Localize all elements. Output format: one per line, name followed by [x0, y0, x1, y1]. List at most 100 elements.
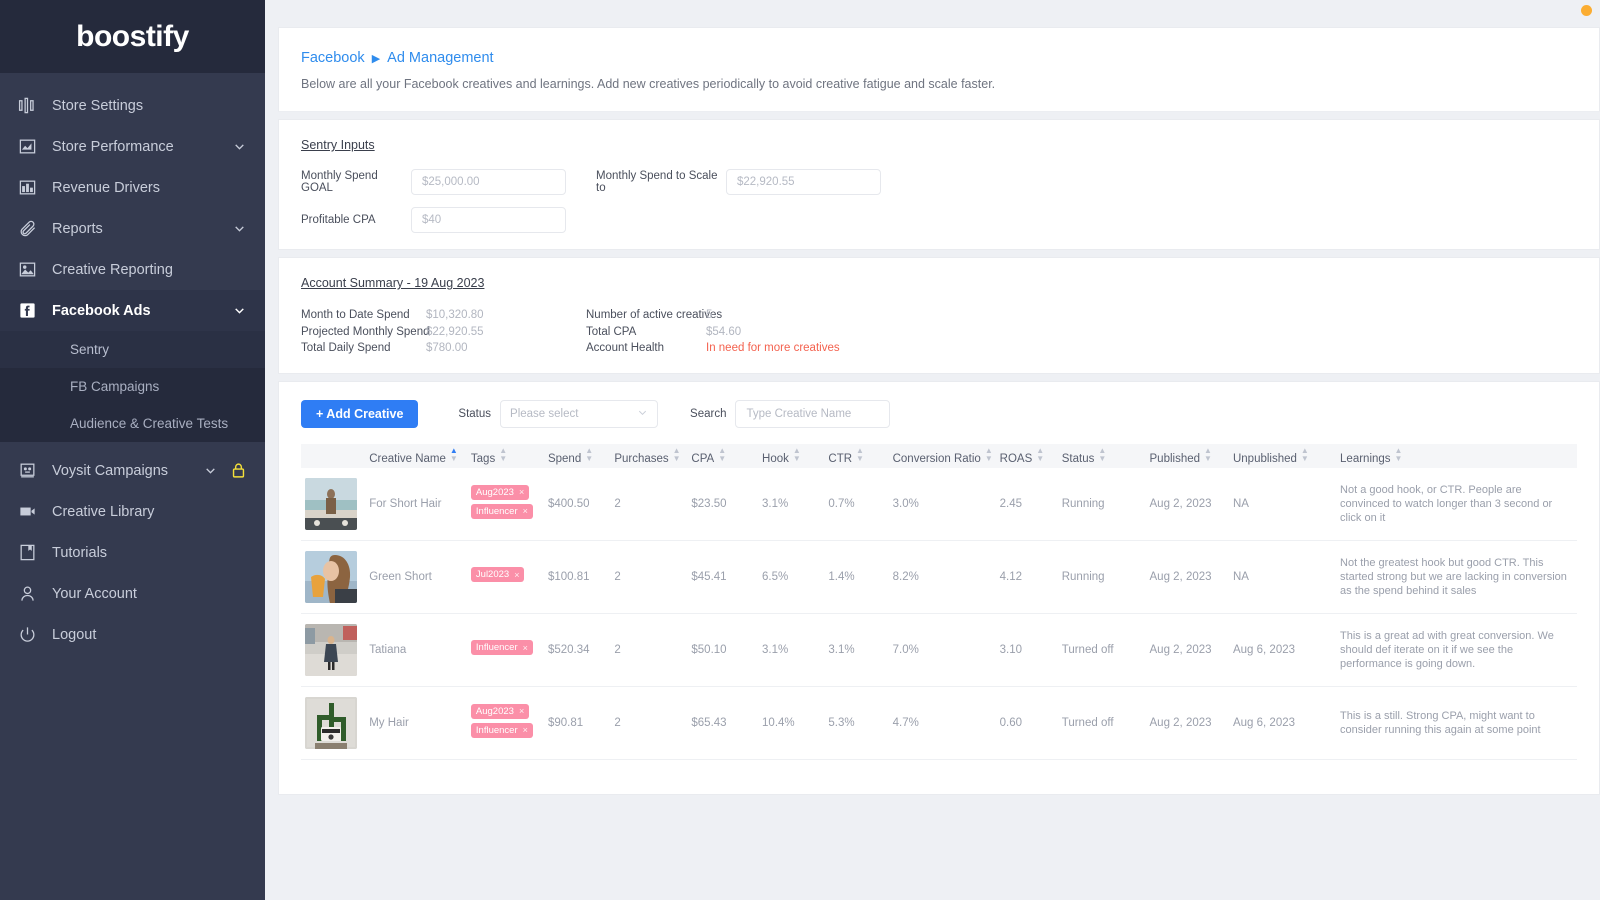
- sidebar-item-label: Tutorials: [52, 544, 108, 561]
- breadcrumb-facebook[interactable]: Facebook: [301, 50, 365, 66]
- cell-tags: Jul2023 ×: [466, 540, 544, 614]
- tag-label: Influencer: [475, 724, 518, 736]
- cell-creative-name: My Hair: [365, 686, 467, 760]
- cell-purchases: 2: [610, 613, 688, 687]
- breadcrumb-ad-management[interactable]: Ad Management: [387, 50, 493, 66]
- table-row[interactable]: For Short Hair Aug2023 × Influencer × $400…: [301, 467, 1577, 541]
- th-spend[interactable]: Spend▲ ▼: [543, 443, 611, 468]
- tag-chip[interactable]: Aug2023 ×: [470, 484, 530, 500]
- logo[interactable]: boostify: [0, 0, 265, 73]
- tag-chip[interactable]: Influencer ×: [470, 640, 533, 655]
- sort-icon[interactable]: ▲ ▼: [1204, 446, 1212, 463]
- th-unpublished[interactable]: Unpublished ▲ ▼: [1228, 443, 1337, 468]
- tag-chip[interactable]: Influencer ×: [470, 503, 533, 519]
- tag-label: Influencer: [475, 505, 518, 517]
- th-creative-name[interactable]: Creative Name ▲ ▼: [365, 443, 467, 468]
- profitable-cpa-input[interactable]: [411, 207, 566, 233]
- table-row[interactable]: My Hair Aug2023 × Influencer × $90.81 2 $6…: [301, 686, 1577, 760]
- cell-ctr: 0.7%: [824, 467, 889, 541]
- sentry-inputs-row-1: Monthly Spend GOAL Monthly Spend to Scal…: [301, 169, 1577, 195]
- sort-icon[interactable]: ▲ ▼: [1098, 446, 1106, 463]
- sidebar-subitem-audience-creative-tests[interactable]: Audience & Creative Tests: [0, 405, 265, 442]
- chevron-down-icon[interactable]: [231, 221, 247, 237]
- sidebar-item-label: Creative Reporting: [52, 261, 173, 278]
- table-row[interactable]: Green Short Jul2023 × $100.81 2 $45.41 6.…: [301, 540, 1577, 614]
- sidebar-item-creative-reporting[interactable]: Creative Reporting: [0, 249, 265, 290]
- table-toolbar: + Add Creative Status Please select Sear…: [301, 399, 1577, 428]
- chevron-down-icon[interactable]: [231, 139, 247, 155]
- remove-tag-icon[interactable]: ×: [523, 725, 528, 735]
- creative-thumbnail[interactable]: [305, 550, 357, 603]
- sidebar-subitem-sentry[interactable]: Sentry: [0, 331, 265, 368]
- status-filter-select[interactable]: Please select: [500, 399, 659, 428]
- sidebar-item-facebook-ads[interactable]: Facebook Ads: [0, 290, 265, 331]
- th-status[interactable]: Status▲ ▼: [1057, 443, 1146, 468]
- th-purchases[interactable]: Purchases ▲ ▼: [610, 443, 688, 468]
- sort-icon[interactable]: ▲ ▼: [499, 446, 507, 463]
- th-tags[interactable]: Tags▲ ▼: [466, 443, 544, 468]
- remove-tag-icon[interactable]: ×: [523, 643, 528, 653]
- sort-icon[interactable]: ▲ ▼: [1395, 446, 1403, 463]
- th-label: CTR: [828, 452, 853, 465]
- monthly-spend-goal-input[interactable]: [411, 169, 566, 195]
- creative-thumbnail[interactable]: [305, 477, 357, 530]
- sort-icon[interactable]: ▲ ▼: [793, 446, 801, 463]
- th-conversion-ratio[interactable]: Conversion Ratio ▲ ▼: [888, 443, 996, 468]
- tag-chip[interactable]: Jul2023 ×: [470, 567, 525, 582]
- sidebar-item-your-account[interactable]: Your Account: [0, 573, 265, 614]
- th-learnings[interactable]: Learnings ▲ ▼: [1336, 443, 1577, 468]
- cell-roas: 0.60: [995, 686, 1058, 760]
- sort-icon[interactable]: ▲ ▼: [673, 446, 681, 463]
- chevron-down-icon[interactable]: [202, 463, 218, 479]
- table-row[interactable]: Tatiana Influencer × $520.34 2 $50.10 3.1…: [301, 613, 1577, 687]
- sort-icon[interactable]: ▲ ▼: [450, 446, 458, 463]
- remove-tag-icon[interactable]: ×: [519, 487, 524, 497]
- notification-dot-icon[interactable]: [1581, 5, 1592, 16]
- sidebar-item-reports[interactable]: Reports: [0, 208, 265, 249]
- th-roas[interactable]: ROAS▲ ▼: [995, 443, 1058, 468]
- sort-icon[interactable]: ▲ ▼: [985, 446, 993, 463]
- sidebar-item-tutorials[interactable]: Tutorials: [0, 532, 265, 573]
- cell-unpublished: Aug 6, 2023: [1228, 613, 1337, 687]
- monthly-spend-scale-input[interactable]: [726, 169, 881, 195]
- cell-cpa: $23.50: [687, 467, 759, 541]
- chevron-down-icon[interactable]: [231, 303, 247, 319]
- th-cpa[interactable]: CPA▲ ▼: [687, 443, 759, 468]
- sort-icon[interactable]: ▲ ▼: [1301, 446, 1309, 463]
- tag-chip[interactable]: Aug2023 ×: [470, 703, 530, 719]
- remove-tag-icon[interactable]: ×: [514, 570, 519, 580]
- account-health-value: In need for more creatives: [706, 342, 840, 354]
- th-ctr[interactable]: CTR▲ ▼: [824, 443, 889, 468]
- sidebar-subitem-label: FB Campaigns: [70, 379, 160, 394]
- sidebar-item-store-performance[interactable]: Store Performance: [0, 126, 265, 167]
- search-input[interactable]: [735, 399, 891, 428]
- tag-label: Influencer: [475, 642, 518, 653]
- sidebar-item-revenue-drivers[interactable]: Revenue Drivers: [0, 167, 265, 208]
- creative-thumbnail[interactable]: [305, 696, 357, 749]
- table-header: Creative Name▲ ▼ Tags▲ ▼ Spend▲ ▼ Purchases…: [301, 443, 1577, 468]
- creative-thumbnail[interactable]: [305, 623, 357, 676]
- sort-icon[interactable]: ▲ ▼: [718, 446, 726, 463]
- add-creative-button[interactable]: + Add Creative: [301, 399, 419, 428]
- paperclip-icon: [18, 219, 48, 238]
- sort-icon[interactable]: ▲ ▼: [856, 446, 864, 463]
- sidebar-item-voysit-campaigns[interactable]: Voysit Campaigns: [0, 450, 265, 491]
- th-label: Published: [1149, 452, 1201, 465]
- remove-tag-icon[interactable]: ×: [519, 706, 524, 716]
- sidebar-item-creative-library[interactable]: Creative Library: [0, 491, 265, 532]
- remove-tag-icon[interactable]: ×: [523, 506, 528, 516]
- page-header-card: Facebook ▶ Ad Management Below are all y…: [278, 27, 1600, 112]
- sidebar-subitem-fb-campaigns[interactable]: FB Campaigns: [0, 368, 265, 405]
- sidebar-subitem-label: Audience & Creative Tests: [70, 416, 229, 431]
- sidebar-item-store-settings[interactable]: Store Settings: [0, 85, 265, 126]
- sort-icon[interactable]: ▲ ▼: [585, 446, 593, 463]
- th-hook[interactable]: Hook ▲ ▼: [758, 443, 825, 468]
- sidebar: boostify Store Settings Store Performanc…: [0, 0, 265, 900]
- lock-icon[interactable]: [230, 462, 247, 479]
- sidebar-item-logout[interactable]: Logout: [0, 614, 265, 655]
- image-icon: [18, 260, 48, 279]
- tag-chip[interactable]: Influencer ×: [470, 722, 533, 738]
- th-published[interactable]: Published▲ ▼: [1145, 443, 1229, 468]
- sort-icon[interactable]: ▲ ▼: [1036, 446, 1044, 463]
- cell-thumb: [301, 686, 366, 760]
